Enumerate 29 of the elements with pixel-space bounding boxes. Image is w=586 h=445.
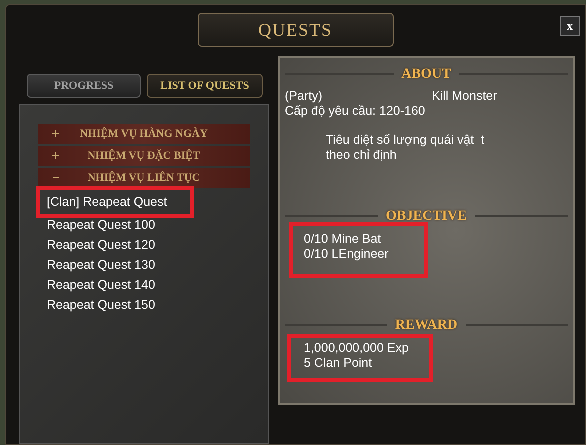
quest-item[interactable]: Reapeat Quest 120 — [20, 235, 268, 255]
quest-item[interactable]: Reapeat Quest 140 — [20, 275, 268, 295]
quest-item[interactable]: Reapeat Quest 130 — [20, 255, 268, 275]
close-button[interactable]: x — [560, 16, 580, 36]
party-label: (Party) — [285, 89, 324, 104]
tab[interactable]: LIST OF QUESTS — [147, 74, 263, 98]
detail-line: 1,000,000,000 Exp — [303, 341, 410, 356]
plus-icon — [52, 130, 60, 138]
detail-line: 5 Clan Point — [303, 356, 374, 371]
quest-item[interactable]: Reapeat Quest 150 — [20, 295, 268, 315]
quest-type: Kill Monster — [432, 89, 498, 104]
detail-line: 0/10 LEngineer — [303, 247, 390, 262]
detail-line: 0/10 Mine Bat — [303, 232, 382, 247]
section-heading: OBJECTIVE — [386, 208, 467, 224]
category-label: NHIỆM VỤ ĐẶC BIỆT — [86, 148, 202, 164]
section-heading: REWARD — [395, 318, 458, 332]
category-row[interactable]: NHIỆM VỤ ĐẶC BIỆT — [38, 146, 250, 166]
window-title: QUESTS — [198, 13, 394, 47]
category-row[interactable]: NHIỆM VỤ LIÊN TỤC — [38, 168, 250, 188]
tab[interactable]: PROGRESS — [27, 74, 141, 98]
quest-description: Tiêu diệt số lượng quái vật t theo chỉ định — [325, 133, 486, 163]
category-label: NHIỆM VỤ HÀNG NGÀY — [79, 126, 209, 142]
category-label: NHIỆM VỤ LIÊN TỤC — [86, 170, 202, 186]
quest-item[interactable]: [Clan] Reapeat Quest — [36, 186, 194, 218]
plus-icon — [52, 152, 60, 160]
category-row[interactable]: NHIỆM VỤ HÀNG NGÀY — [38, 124, 250, 144]
section-heading: ABOUT — [402, 66, 452, 82]
quest-item[interactable]: Reapeat Quest 100 — [20, 215, 268, 235]
level-requirement: Cấp độ yêu cầu: 120-160 — [285, 104, 426, 119]
